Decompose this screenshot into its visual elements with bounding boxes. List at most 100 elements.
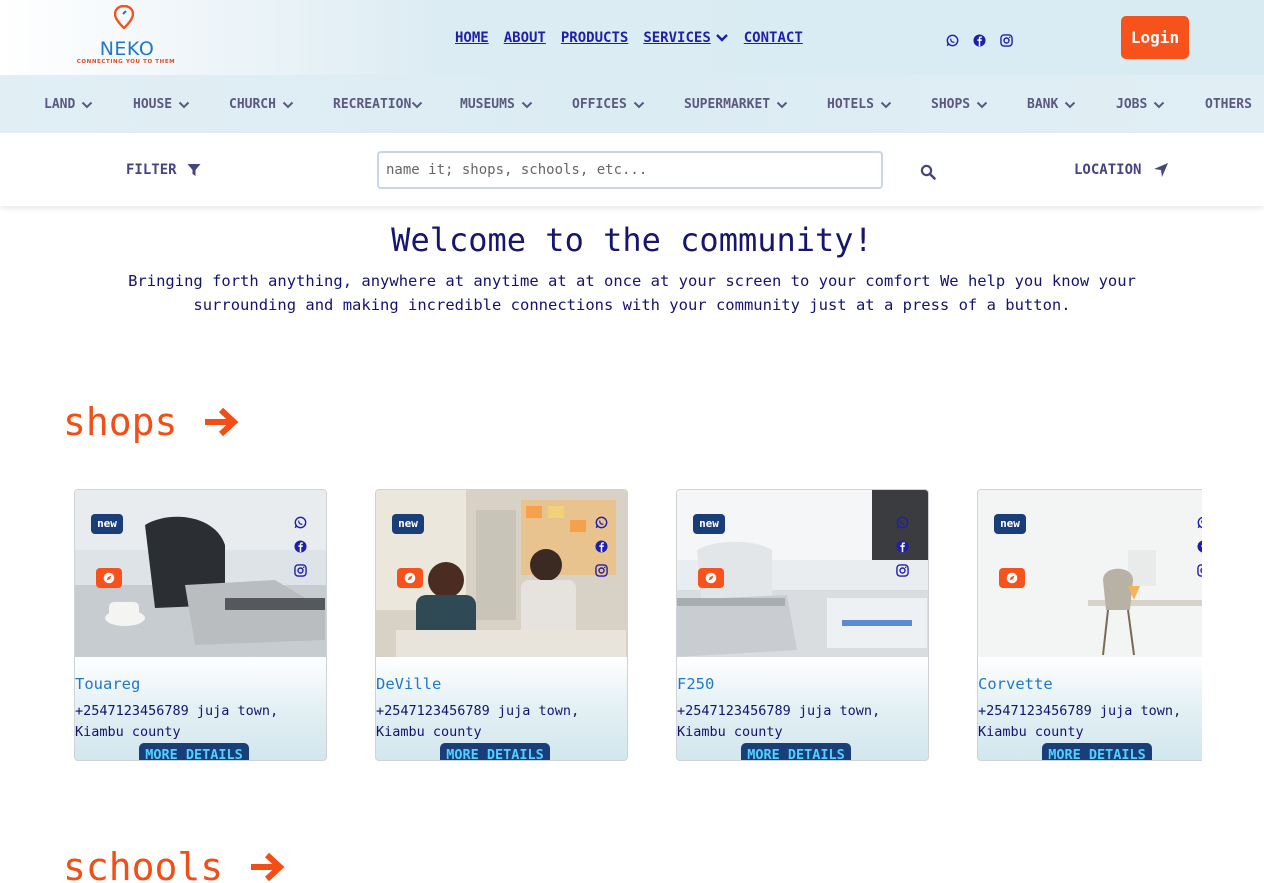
facebook-icon[interactable] — [294, 538, 307, 553]
nav-about[interactable]: ABOUT — [504, 29, 546, 47]
category-label: HOTELS — [827, 97, 874, 112]
chevron-down-icon — [976, 101, 988, 108]
main-nav: HOME ABOUT PRODUCTS SERVICES CONTACT — [455, 29, 803, 47]
search-input[interactable] — [377, 151, 883, 189]
shop-address: +2547123456789 juja town, Kiambu county — [978, 703, 1182, 740]
shops-carousel: new Touareg +2547123456789 juja town, Ki… — [74, 489, 1202, 764]
card-social-links — [896, 514, 912, 586]
category-museums[interactable]: MUSEUMS — [460, 97, 533, 112]
instagram-icon[interactable] — [1197, 562, 1202, 577]
chevron-down-icon — [178, 101, 190, 108]
top-header: NEKO CONNECTING YOU TO THEM HOME ABOUT P… — [0, 0, 1264, 75]
chevron-down-icon — [82, 101, 93, 108]
facebook-icon[interactable] — [1197, 538, 1202, 553]
hero-title: Welcome to the community! — [391, 221, 873, 259]
facebook-icon[interactable] — [595, 538, 608, 553]
location-pin-icon — [114, 5, 134, 29]
category-recreation[interactable]: RECREATION — [333, 97, 423, 112]
category-offices[interactable]: OFFICES — [572, 97, 645, 112]
more-details-button[interactable]: MORE DETAILS — [139, 743, 249, 760]
chevron-down-icon — [1154, 101, 1165, 108]
section-title: shops — [63, 400, 178, 444]
category-bar: LAND HOUSE CHURCH RECREATION MUSEUMS OFF… — [0, 75, 1264, 133]
nav-home[interactable]: HOME — [455, 29, 489, 47]
category-jobs[interactable]: JOBS — [1116, 97, 1165, 112]
whatsapp-icon[interactable] — [294, 514, 307, 529]
category-label: LAND — [44, 97, 76, 112]
header-social-links — [946, 32, 1013, 47]
shop-card: new F250 +2547123456789 juja town, Kiamb… — [676, 489, 929, 761]
whatsapp-icon[interactable] — [595, 514, 608, 529]
more-details-button[interactable]: MORE DETAILS — [440, 743, 550, 760]
shop-address: +2547123456789 juja town, Kiambu county — [376, 703, 580, 740]
compass-icon[interactable] — [397, 568, 423, 588]
new-badge: new — [392, 514, 424, 534]
shop-name: Touareg — [75, 675, 141, 693]
chevron-down-icon — [521, 101, 533, 108]
category-house[interactable]: HOUSE — [133, 97, 190, 112]
neko-logo[interactable]: NEKO CONNECTING YOU TO THEM — [76, 5, 176, 67]
chevron-down-icon — [633, 101, 645, 108]
facebook-icon[interactable] — [973, 32, 986, 47]
search-icon[interactable] — [920, 164, 936, 180]
shop-name: F250 — [677, 675, 715, 693]
category-supermarket[interactable]: SUPERMARKET — [684, 97, 788, 112]
section-title: schools — [63, 845, 224, 883]
category-church[interactable]: CHURCH — [229, 97, 294, 112]
card-social-links — [294, 514, 310, 586]
search-bar: FILTER LOCATION — [0, 133, 1264, 206]
category-hotels[interactable]: HOTELS — [827, 97, 892, 112]
arrow-right-icon — [251, 852, 285, 882]
compass-icon[interactable] — [999, 568, 1025, 588]
category-label: JOBS — [1116, 97, 1148, 112]
facebook-icon[interactable] — [896, 538, 909, 553]
new-badge: new — [994, 514, 1026, 534]
whatsapp-icon[interactable] — [1197, 514, 1202, 529]
chevron-down-icon — [282, 101, 294, 108]
whatsapp-icon[interactable] — [896, 514, 909, 529]
category-label: OFFICES — [572, 97, 627, 112]
instagram-icon[interactable] — [1000, 32, 1013, 47]
chevron-down-icon — [880, 101, 892, 108]
nav-contact[interactable]: CONTACT — [744, 29, 803, 47]
filter-label: FILTER — [126, 162, 177, 178]
category-label: SUPERMARKET — [684, 97, 771, 112]
arrow-right-icon — [205, 407, 239, 437]
category-label: BANK — [1027, 97, 1059, 112]
instagram-icon[interactable] — [294, 562, 307, 577]
category-label: CHURCH — [229, 97, 276, 112]
category-label: SHOPS — [931, 97, 971, 112]
filter-button[interactable]: FILTER — [126, 162, 201, 178]
nav-services-label: SERVICES — [643, 30, 711, 46]
shop-name: Corvette — [978, 675, 1053, 693]
section-heading-shops[interactable]: shops — [63, 400, 239, 444]
category-others[interactable]: OTHERS — [1205, 97, 1252, 112]
filter-icon — [187, 164, 201, 176]
category-shops[interactable]: SHOPS — [931, 97, 988, 112]
section-heading-schools[interactable]: schools — [63, 845, 285, 883]
location-arrow-icon — [1154, 163, 1169, 177]
nav-services[interactable]: SERVICES — [643, 29, 728, 47]
shop-card: new Corvette +2547123456789 juja town, K… — [977, 489, 1202, 761]
shop-address: +2547123456789 juja town, Kiambu county — [75, 703, 279, 740]
compass-icon[interactable] — [698, 568, 724, 588]
instagram-icon[interactable] — [896, 562, 909, 577]
compass-icon[interactable] — [96, 568, 122, 588]
chevron-down-icon — [715, 34, 728, 42]
nav-products[interactable]: PRODUCTS — [561, 29, 628, 47]
shop-name: DeVille — [376, 675, 442, 693]
more-details-button[interactable]: MORE DETAILS — [1042, 743, 1152, 760]
location-button[interactable]: LOCATION — [1074, 162, 1169, 178]
category-label: MUSEUMS — [460, 97, 515, 112]
shop-card: new DeVille +2547123456789 juja town, Ki… — [375, 489, 628, 761]
card-social-links — [1197, 514, 1202, 586]
more-details-button[interactable]: MORE DETAILS — [741, 743, 851, 760]
category-land[interactable]: LAND — [44, 97, 93, 112]
whatsapp-icon[interactable] — [946, 32, 959, 47]
login-button[interactable]: Login — [1121, 16, 1189, 59]
category-bank[interactable]: BANK — [1027, 97, 1076, 112]
brand-name: NEKO — [99, 38, 155, 60]
shop-card: new Touareg +2547123456789 juja town, Ki… — [74, 489, 327, 761]
instagram-icon[interactable] — [595, 562, 608, 577]
card-social-links — [595, 514, 611, 586]
